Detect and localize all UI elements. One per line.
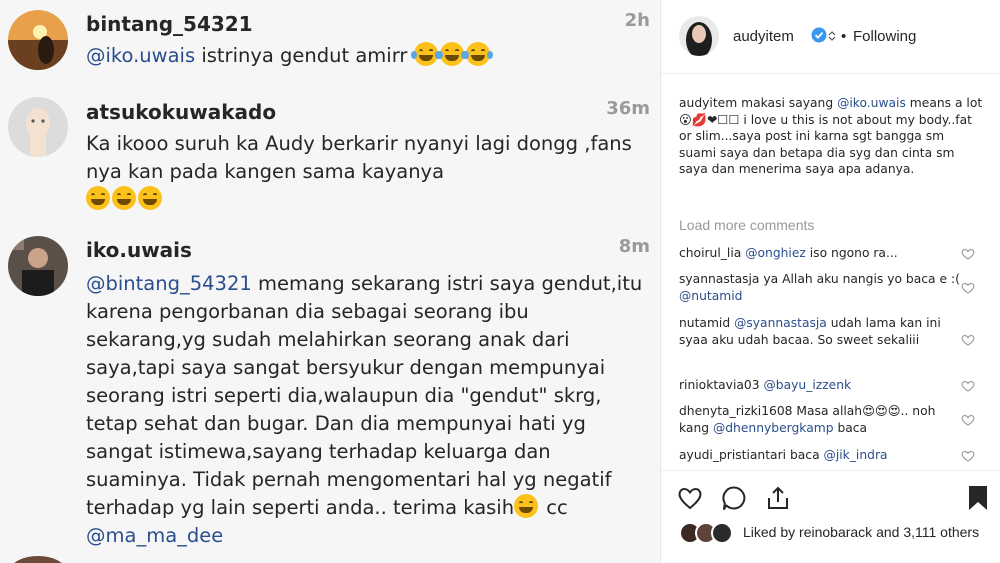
avatar[interactable] — [679, 16, 719, 56]
commenter-username[interactable]: syannastasja — [679, 272, 759, 286]
comment-mention[interactable]: @syannastasja — [734, 316, 827, 330]
commenter-username[interactable]: choirul_lia — [679, 246, 741, 260]
commenter-username[interactable]: ayudi_pristiantari — [679, 448, 786, 462]
following-button[interactable]: Following — [853, 28, 916, 45]
avatar — [711, 522, 733, 544]
comment-text: baca — [786, 448, 824, 462]
heart-icon[interactable] — [961, 450, 975, 462]
bookmark-icon[interactable] — [967, 485, 989, 511]
comment-mention[interactable]: @nutamid — [679, 289, 742, 303]
list-item: rinioktavia03 @bayu_izzenk — [679, 377, 961, 394]
caption-text: makasi sayang — [737, 96, 838, 110]
comment-mention[interactable]: @iko.uwais — [86, 44, 195, 67]
avatar — [8, 97, 68, 157]
comment-item: iko.uwais 8m @bintang_54321 memang sekar… — [0, 228, 660, 548]
comment-mention[interactable]: @jik_indra — [824, 448, 888, 462]
comment-screenshot: bintang_54321 2h @iko.uwais istrinya gen… — [0, 0, 660, 563]
commenter-username[interactable]: nutamid — [679, 316, 730, 330]
comment-body: istrinya gendut amirr — [195, 44, 414, 67]
chevron-updown-icon[interactable] — [828, 30, 836, 42]
comment-text: @bintang_54321 memang sekarang istri say… — [86, 270, 646, 550]
grinning-emoji-icon — [112, 186, 136, 210]
comment-username: iko.uwais — [86, 238, 192, 262]
verified-badge-icon — [811, 27, 827, 43]
heart-icon[interactable] — [961, 380, 975, 392]
share-icon[interactable] — [765, 485, 791, 511]
heart-icon[interactable] — [961, 282, 975, 294]
comment-mention[interactable]: @bintang_54321 — [86, 272, 252, 295]
list-item: syannastasja ya Allah aku nangis yo baca… — [679, 271, 961, 304]
caption-username[interactable]: audyitem — [679, 96, 737, 110]
comment-mention[interactable]: @onghiez — [745, 246, 806, 260]
like-heart-icon[interactable] — [677, 485, 703, 511]
grinning-emoji-icon — [138, 186, 162, 210]
heart-icon[interactable] — [961, 334, 975, 346]
liked-by-text[interactable]: Liked by reinobarack and 3,111 others — [743, 523, 983, 542]
comment-mention[interactable]: @bayu_izzenk — [763, 378, 851, 392]
smiling-emoji-icon — [514, 494, 539, 518]
comment-text: iso ngono ra... — [805, 246, 898, 260]
comment-text: ya Allah aku nangis yo baca e :( — [759, 272, 960, 286]
list-item: nutamid @syannastasja udah lama kan ini … — [679, 315, 961, 348]
comment-body: Ka ikooo suruh ka Audy berkarir nyanyi l… — [86, 132, 632, 183]
comment-cc: cc — [540, 496, 568, 519]
likers-avatars — [679, 522, 739, 544]
tears-of-joy-emoji-icon — [462, 42, 493, 66]
comment-text: baca — [833, 420, 868, 435]
list-item: ayudi_pristiantari baca @jik_indra — [679, 447, 961, 464]
post-actions — [661, 470, 1000, 516]
avatar — [8, 236, 68, 296]
tears-of-joy-emoji-icon — [436, 42, 467, 66]
load-more-comments-link[interactable]: Load more comments — [679, 217, 814, 233]
comment-bubble-icon[interactable] — [721, 485, 747, 511]
comment-item: bintang_54321 2h @iko.uwais istrinya gen… — [0, 0, 660, 90]
post-username[interactable]: audyitem — [733, 28, 794, 45]
caption-mention[interactable]: @iko.uwais — [837, 96, 906, 110]
list-item: dhenyta_rizki1608 Masa allah😍😍😍.. noh ka… — [679, 403, 961, 436]
comment-mention[interactable]: @ma_ma_dee — [86, 524, 223, 547]
tears-of-joy-emoji-icon — [410, 42, 441, 66]
comment-time: 2h — [624, 10, 650, 31]
comment-text: Ka ikooo suruh ka Audy berkarir nyanyi l… — [86, 130, 646, 214]
comment-body: memang sekarang istri saya gendut,itu ka… — [86, 272, 643, 519]
post-header: audyitem • Following — [661, 0, 1000, 74]
comment-time: 8m — [618, 236, 650, 257]
list-item: choirul_lia @onghiez iso ngono ra... — [679, 245, 961, 262]
post-caption: audyitem makasi sayang @iko.uwais means … — [679, 95, 985, 178]
commenter-username[interactable]: rinioktavia03 — [679, 378, 760, 392]
commenter-username[interactable]: dhenyta_rizki1608 — [679, 404, 793, 418]
comment-username: atsukokuwakado — [86, 100, 277, 124]
comment-item: atsukokuwakado 36m Ka ikooo suruh ka Aud… — [0, 92, 660, 227]
comment-mention[interactable]: @dhennybergkamp — [713, 421, 834, 435]
heart-icon[interactable] — [961, 414, 975, 426]
avatar — [10, 556, 66, 563]
grinning-emoji-icon — [86, 186, 110, 210]
comment-time: 36m — [606, 98, 650, 119]
comment-username: bintang_54321 — [86, 12, 253, 36]
separator-dot: • — [841, 28, 847, 45]
comment-text: @iko.uwais istrinya gendut amirr — [86, 42, 646, 70]
heart-icon[interactable] — [961, 248, 975, 260]
post-panel: audyitem • Following audyitem makasi say… — [660, 0, 1000, 563]
avatar — [8, 10, 68, 70]
